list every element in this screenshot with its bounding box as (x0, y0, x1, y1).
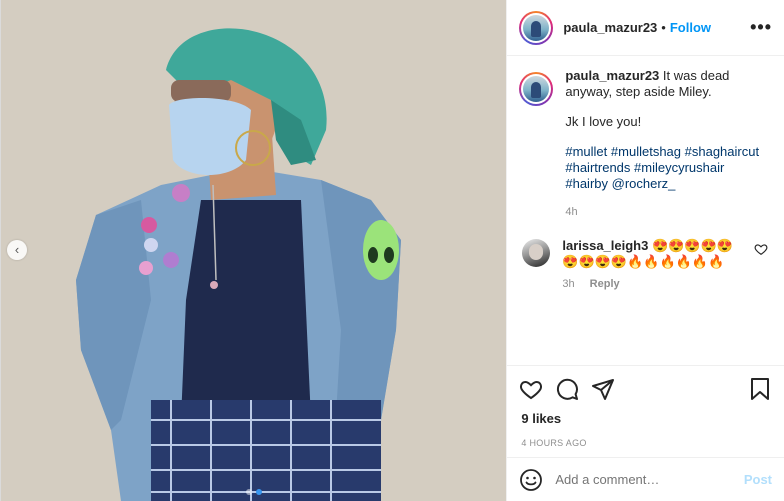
carousel-dot-active (255, 489, 262, 495)
emoji-icon[interactable] (519, 468, 543, 492)
commenter-username[interactable]: larissa_leigh3 (562, 238, 648, 253)
mention-link[interactable]: @rocherz_ (612, 176, 676, 191)
post-comment-button[interactable]: Post (744, 472, 772, 487)
carousel-prev-button[interactable]: ‹ (7, 240, 27, 260)
heart-icon[interactable] (754, 242, 768, 256)
commenter-avatar[interactable] (522, 239, 551, 267)
comment-body: larissa_leigh3 😍😍😍😍😍😍😍😍😍🔥🔥🔥🔥🔥🔥 3h Reply (562, 238, 742, 292)
comment-time[interactable]: 3h (562, 278, 574, 290)
add-comment-input[interactable] (555, 472, 744, 487)
separator-dot: • (661, 20, 666, 35)
carousel-dot (245, 489, 252, 495)
caption: paula_mazur23 It was dead anyway, step a… (519, 68, 768, 220)
likes-count[interactable]: 9 likes (507, 411, 784, 429)
bookmark-icon[interactable] (748, 377, 772, 401)
post-photo[interactable]: ‹ (1, 0, 507, 501)
caption-body: paula_mazur23 It was dead anyway, step a… (565, 68, 768, 220)
avatar-image (523, 14, 550, 41)
author-avatar[interactable] (519, 10, 554, 45)
post-header: paula_mazur23 • Follow ••• (507, 0, 784, 56)
carousel-indicators (1, 489, 506, 495)
author-username[interactable]: paula_mazur23 (563, 20, 657, 35)
add-comment-bar: Post (507, 457, 784, 501)
hashtag-link[interactable]: #hairtrends (565, 160, 630, 175)
more-options-icon[interactable]: ••• (750, 17, 772, 38)
heart-icon[interactable] (519, 377, 543, 401)
comment-item: larissa_leigh3 😍😍😍😍😍😍😍😍😍🔥🔥🔥🔥🔥🔥 3h Reply (519, 238, 768, 292)
chevron-left-icon: ‹ (14, 242, 20, 257)
paper-plane-icon[interactable] (591, 377, 615, 401)
comment-bubble-icon[interactable] (555, 377, 579, 401)
follow-button[interactable]: Follow (670, 20, 711, 35)
caption-hashtags: #mullet #mulletshag #shaghaircut #hairtr… (565, 144, 768, 192)
hashtag-link[interactable]: #hairby (565, 176, 608, 191)
comments-section: paula_mazur23 It was dead anyway, step a… (507, 56, 784, 365)
caption-avatar[interactable] (519, 72, 554, 106)
post-dialog: ‹ paula_mazur23 • Follow ••• paula_mazur… (0, 0, 784, 501)
hashtag-link[interactable]: #mulletshag (611, 144, 681, 159)
comment-meta: 3h Reply (562, 276, 742, 292)
photo-illustration (1, 0, 507, 501)
hashtag-link[interactable]: #mullet (565, 144, 607, 159)
caption-line2: Jk I love you! (565, 114, 642, 129)
action-bar (507, 365, 784, 411)
hashtag-link[interactable]: #shaghaircut (685, 144, 759, 159)
post-sidebar: paula_mazur23 • Follow ••• paula_mazur23… (506, 0, 784, 501)
reply-button[interactable]: Reply (590, 278, 620, 290)
caption-time[interactable]: 4h (565, 204, 768, 220)
caption-username[interactable]: paula_mazur23 (565, 68, 659, 83)
hashtag-link[interactable]: #mileycyrushair (634, 160, 724, 175)
post-timestamp[interactable]: 4 HOURS AGO (507, 429, 784, 457)
avatar-image (523, 76, 550, 102)
